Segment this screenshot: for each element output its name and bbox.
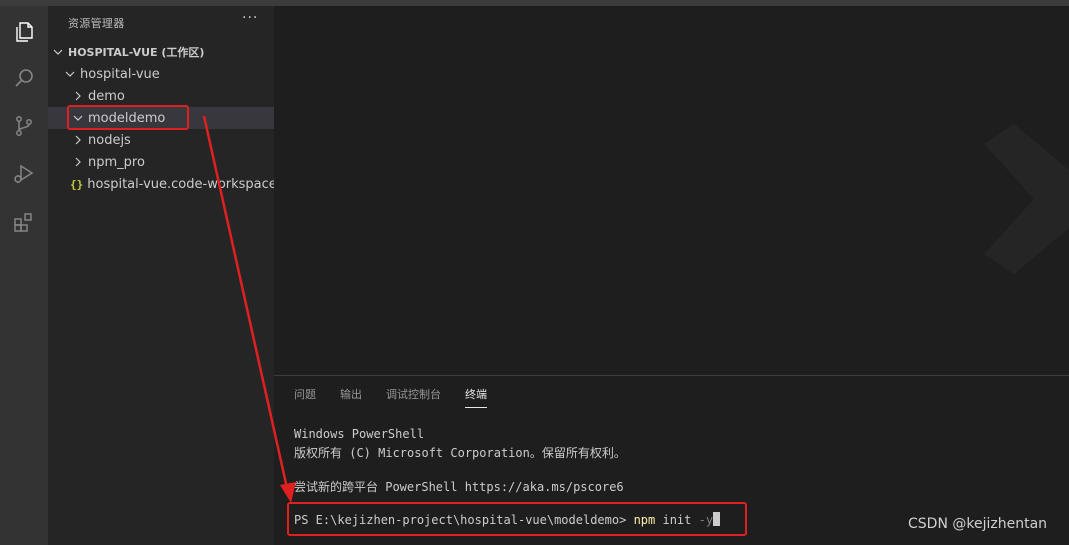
workspace-header[interactable]: HOSPITAL-VUE (工作区) — [52, 42, 204, 62]
tree-item-label: npm_pro — [88, 154, 145, 170]
chevron-down-icon — [73, 115, 83, 121]
chevron-right-icon — [75, 157, 81, 167]
explorer-sidebar: 资源管理器 ··· HOSPITAL-VUE (工作区) hospital-vu… — [48, 6, 277, 545]
terminal-command-line[interactable]: PS E:\kejizhen-project\hospital-vue\mode… — [294, 512, 721, 527]
tree-item-nodejs[interactable]: nodejs — [48, 129, 274, 151]
terminal-line: 版权所有 (C) Microsoft Corporation。保留所有权利。 — [294, 446, 626, 460]
terminal-cursor — [713, 512, 721, 526]
csdn-watermark: CSDN @kejizhentan — [908, 516, 1048, 532]
tree-item-label: hospital-vue.code-workspace — [87, 176, 277, 192]
terminal-line: Windows PowerShell — [294, 427, 425, 441]
sidebar-title: 资源管理器 — [68, 17, 125, 30]
json-file-icon: {} — [70, 177, 84, 191]
source-control-icon[interactable] — [0, 102, 48, 150]
search-icon[interactable] — [0, 54, 48, 102]
tree-item-demo[interactable]: demo — [48, 85, 274, 107]
workspace-label: HOSPITAL-VUE (工作区) — [68, 46, 205, 59]
chevron-down-icon — [65, 71, 75, 77]
more-actions-icon[interactable]: ··· — [242, 10, 258, 26]
terminal-prompt: PS E:\kejizhen-project\hospital-vue\mode… — [294, 513, 634, 527]
terminal-command: npm — [633, 513, 656, 527]
chevron-right-icon — [75, 135, 81, 145]
tab-terminal[interactable]: 终端 — [465, 386, 487, 408]
chevron-down-icon — [53, 49, 63, 55]
tab-output[interactable]: 输出 — [340, 386, 362, 408]
tab-problems[interactable]: 问题 — [294, 386, 316, 408]
vscode-watermark-icon — [984, 124, 1069, 274]
chevron-right-icon — [75, 91, 81, 101]
tree-item-label: nodejs — [88, 132, 131, 148]
tree-item-hospital-vue[interactable]: hospital-vue — [48, 63, 274, 85]
activity-bar — [0, 6, 48, 545]
editor-area — [274, 6, 1069, 375]
panel-tabs: 问题 输出 调试控制台 终端 — [294, 386, 511, 410]
tree-item-npm-pro[interactable]: npm_pro — [48, 151, 274, 173]
extensions-icon[interactable] — [0, 198, 48, 246]
tree-item-label: hospital-vue — [80, 66, 160, 82]
tab-debug-console[interactable]: 调试控制台 — [386, 386, 441, 408]
tree-item-label: modeldemo — [88, 110, 166, 126]
explorer-icon[interactable] — [0, 8, 48, 56]
run-debug-icon[interactable] — [0, 150, 48, 198]
terminal-arg: init — [655, 513, 699, 527]
terminal-flag: -y — [698, 513, 714, 527]
terminal-line: 尝试新的跨平台 PowerShell https://aka.ms/pscore… — [294, 480, 624, 494]
tree-item-modeldemo[interactable]: modeldemo — [48, 107, 274, 129]
tree-item-label: demo — [88, 88, 125, 104]
tree-item-workspace-file[interactable]: {} hospital-vue.code-workspace — [48, 173, 277, 195]
